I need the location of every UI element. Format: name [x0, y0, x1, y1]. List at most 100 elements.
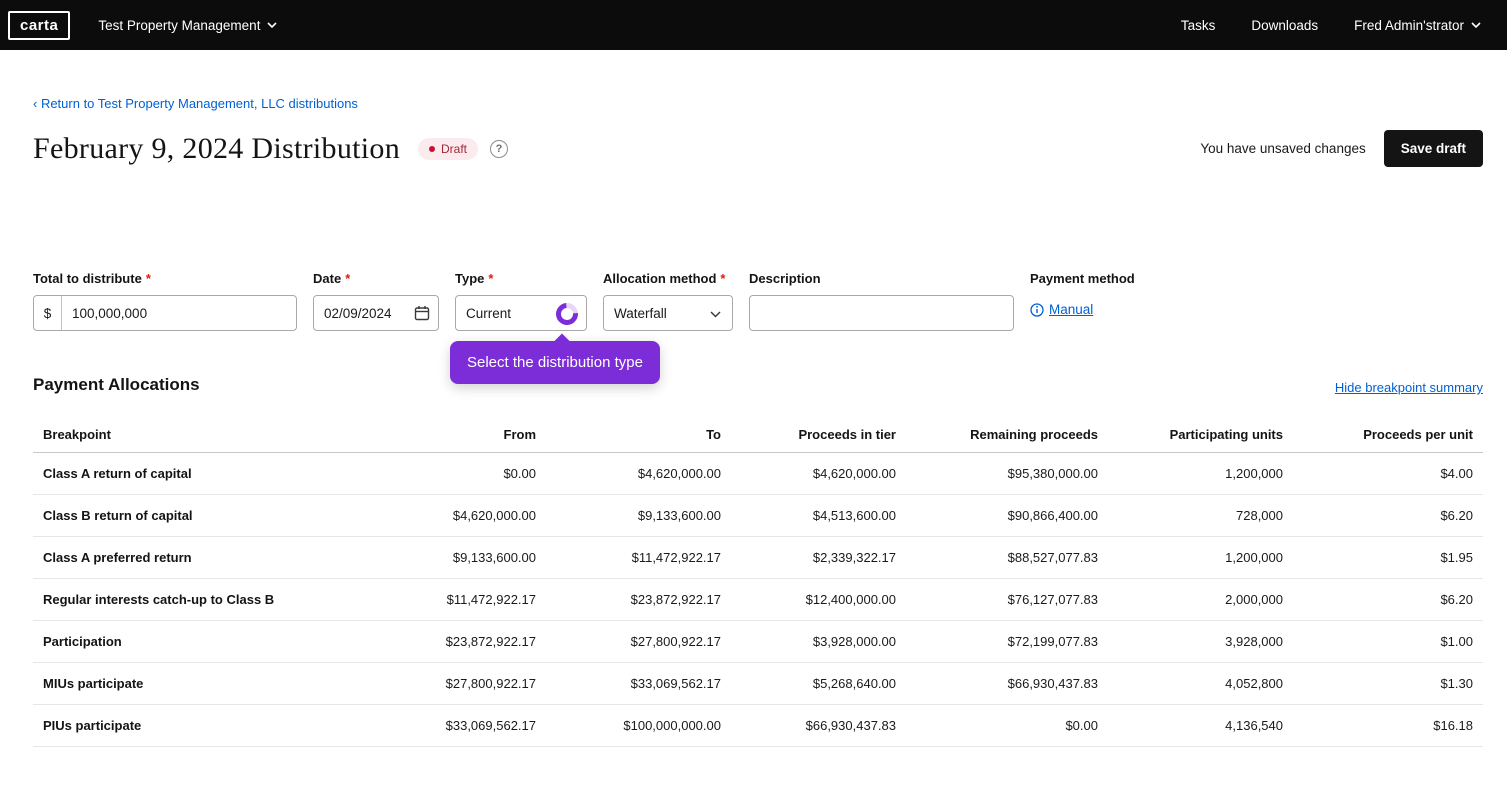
value-cell: $4,620,000.00	[413, 494, 546, 537]
value-cell: $27,800,922.17	[546, 620, 731, 663]
payment-method-label: Payment method	[1030, 271, 1135, 286]
company-name: Test Property Management	[98, 17, 261, 33]
value-cell: $4,513,600.00	[731, 494, 906, 537]
value-cell: $9,133,600.00	[413, 536, 546, 579]
page-header: February 9, 2024 Distribution Draft ? Yo…	[33, 130, 1483, 167]
value-cell: 3,928,000	[1108, 620, 1293, 663]
user-menu[interactable]: Fred Admin'strator	[1354, 18, 1481, 33]
column-header-breakpoint: Breakpoint	[33, 415, 413, 453]
breakpoint-name-cell: MIUs participate	[33, 662, 413, 705]
value-cell: $33,069,562.17	[413, 704, 546, 747]
payment-allocations-header: Payment Allocations Hide breakpoint summ…	[33, 375, 1483, 395]
calendar-icon[interactable]	[414, 305, 430, 321]
column-header-proceeds-per-unit: Proceeds per unit	[1293, 415, 1483, 453]
company-switcher[interactable]: Test Property Management	[98, 17, 278, 33]
description-label: Description	[749, 271, 821, 286]
total-to-distribute-input[interactable]	[62, 296, 296, 330]
nav-tasks[interactable]: Tasks	[1181, 18, 1216, 33]
value-cell: $4,620,000.00	[546, 452, 731, 495]
column-header-remaining-proceeds: Remaining proceeds	[906, 415, 1108, 453]
status-badge: Draft	[418, 137, 479, 160]
value-cell: $72,199,077.83	[906, 620, 1108, 663]
description-field: Description	[749, 271, 1014, 331]
value-cell: $6.20	[1293, 494, 1483, 537]
chevron-down-icon	[1471, 22, 1481, 28]
page-title: February 9, 2024 Distribution	[33, 131, 401, 165]
breakpoint-name-cell: Class B return of capital	[33, 494, 413, 537]
hide-breakpoint-summary-link[interactable]: Hide breakpoint summary	[1335, 380, 1483, 395]
value-cell: 4,136,540	[1108, 704, 1293, 747]
top-navigation-bar: carta Test Property Management Tasks Dow…	[0, 0, 1507, 50]
value-cell: $88,527,077.83	[906, 536, 1108, 579]
description-input-wrap	[749, 295, 1014, 331]
table-row: Class A preferred return $9,133,600.00 $11…	[33, 536, 1483, 579]
value-cell: $90,866,400.00	[906, 494, 1108, 537]
total-to-distribute-field: Total to distribute * $	[33, 271, 297, 331]
value-cell: $9,133,600.00	[546, 494, 731, 537]
required-asterisk: *	[145, 271, 151, 286]
save-draft-button[interactable]: Save draft	[1383, 130, 1483, 167]
nav-downloads[interactable]: Downloads	[1251, 18, 1318, 33]
info-circle-icon	[1030, 302, 1044, 317]
value-cell: $0.00	[906, 704, 1108, 747]
draft-dot-icon	[429, 145, 436, 152]
total-to-distribute-input-wrap: $	[33, 295, 297, 331]
value-cell: $23,872,922.17	[546, 578, 731, 621]
required-asterisk: *	[345, 271, 351, 286]
allocation-method-label: Allocation method *	[603, 271, 726, 286]
value-cell: $100,000,000.00	[546, 704, 731, 747]
tour-tooltip: Select the distribution type	[450, 341, 660, 384]
value-cell: $2,339,322.17	[731, 536, 906, 579]
breadcrumb-return-link[interactable]: ‹ Return to Test Property Management, LL…	[33, 96, 358, 111]
payment-method-field: Payment method Manual	[1030, 271, 1135, 331]
value-cell: 4,052,800	[1108, 662, 1293, 705]
value-cell: $4,620,000.00	[731, 452, 906, 495]
breakpoint-name-cell: Class A return of capital	[33, 452, 413, 495]
value-cell: $5,268,640.00	[731, 662, 906, 705]
value-cell: $23,872,922.17	[413, 620, 546, 663]
type-select[interactable]: Current	[455, 295, 587, 331]
value-cell: $66,930,437.83	[906, 662, 1108, 705]
value-cell: $16.18	[1293, 704, 1483, 747]
column-header-participating-units: Participating units	[1108, 415, 1293, 453]
value-cell: $0.00	[413, 452, 546, 495]
table-row: Regular interests catch-up to Class B $11…	[33, 578, 1483, 621]
allocation-method-field: Allocation method * Waterfall	[603, 271, 733, 331]
table-row: PIUs participate $33,069,562.17 $100,000,0…	[33, 704, 1483, 747]
user-name: Fred Admin'strator	[1354, 17, 1464, 33]
table-row: Class B return of capital $4,620,000.00 $9…	[33, 494, 1483, 537]
breakpoint-name-cell: PIUs participate	[33, 704, 413, 747]
distribution-form: Total to distribute* $ Date*	[33, 271, 1483, 384]
currency-prefix: $	[34, 296, 62, 330]
table-row: MIUs participate $27,800,922.17 $33,069,56…	[33, 662, 1483, 705]
breakpoint-name-cell: Class A preferred return	[33, 536, 413, 579]
breakpoint-name-cell: Participation	[33, 620, 413, 663]
payment-method-manual-link[interactable]: Manual	[1030, 302, 1135, 317]
help-icon[interactable]: ?	[490, 139, 509, 158]
value-cell: $33,069,562.17	[546, 662, 731, 705]
chevron-down-icon	[267, 22, 278, 28]
payment-method-link-label: Manual	[1049, 302, 1094, 317]
top-nav-links: Tasks Downloads Fred Admin'strator	[1181, 18, 1481, 33]
status-badge-label: Draft	[441, 141, 468, 156]
value-cell: $1.95	[1293, 536, 1483, 579]
column-header-to: To	[546, 415, 731, 453]
description-input[interactable]	[750, 296, 1013, 330]
allocation-method-select[interactable]: Waterfall	[603, 295, 733, 331]
type-label: Type *	[455, 271, 494, 286]
column-header-from: From	[413, 415, 546, 453]
table-header-row: Breakpoint From To Proceeds in tier Remainin…	[33, 415, 1483, 453]
tour-beacon-spinner-icon	[551, 298, 583, 330]
type-select-value: Current	[466, 305, 512, 321]
carta-logo[interactable]: carta	[8, 10, 71, 40]
value-cell: $27,800,922.17	[413, 662, 546, 705]
distribution-page: ‹ Return to Test Property Management, LL…	[0, 50, 1507, 787]
breakpoint-name-cell: Regular interests catch-up to Class B	[33, 578, 413, 621]
value-cell: $1.30	[1293, 662, 1483, 705]
value-cell: $12,400,000.00	[731, 578, 906, 621]
table-row: Participation $23,872,922.17 $27,800,922.1…	[33, 620, 1483, 663]
column-header-proceeds-in-tier: Proceeds in tier	[731, 415, 906, 453]
chevron-down-icon	[710, 311, 721, 318]
value-cell: $3,928,000.00	[731, 620, 906, 663]
value-cell: 2,000,000	[1108, 578, 1293, 621]
